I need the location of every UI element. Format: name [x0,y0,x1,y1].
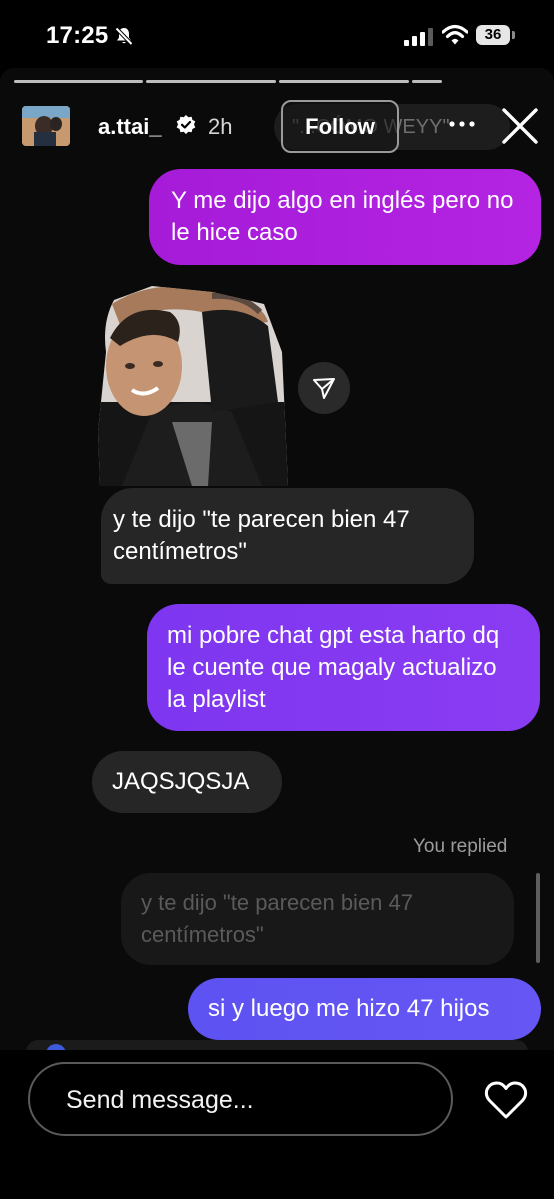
battery-level: 36 [476,25,510,45]
status-bar: 17:25 36 [0,0,554,68]
progress-segment [146,80,276,83]
close-icon[interactable] [500,106,540,146]
progress-segment [412,80,442,83]
avatar[interactable] [22,106,70,146]
story-timestamp: 2h [208,114,233,139]
story-viewer: a.ttai_ 2h "...CÓMO WEYY" Follow Y me di… [0,68,554,1050]
share-icon [313,378,335,399]
wifi-icon [442,24,468,45]
scroll-indicator [536,873,540,963]
story-progress-bar [14,80,542,84]
status-time: 17:25 [46,22,109,49]
sent-message-bubble: mi pobre chat gpt esta harto dq le cuent… [147,604,540,731]
verified-badge-icon [176,115,196,134]
progress-segment [279,80,409,83]
heart-icon[interactable] [484,1080,528,1120]
sent-reply-bubble: si y luego me hizo 47 hijos [188,978,541,1040]
quoted-reply-bubble: y te dijo "te parecen bien 47 centímetro… [121,873,514,965]
battery-icon: 36 [476,25,516,47]
message-composer[interactable] [28,1062,453,1136]
story-username[interactable]: a.ttai_ [98,114,162,140]
sent-message-bubble: Y me dijo algo en inglés pero no le hice… [149,169,541,265]
partial-message-bubble [26,1040,528,1050]
received-message-bubble: y te dijo "te parecen bien 47 centímetro… [101,488,474,584]
send-message-input[interactable] [64,1078,428,1122]
bell-slash-icon [115,27,133,46]
you-replied-label: You replied [413,836,508,857]
follow-button[interactable]: Follow [281,100,399,153]
progress-segment [14,80,143,83]
shared-photo [98,286,288,486]
cellular-signal-icon [404,28,433,46]
share-button[interactable] [298,362,350,414]
received-message-bubble: JAQSJQSJA [92,751,282,813]
story-header: a.ttai_ 2h "...CÓMO WEYY" Follow [0,100,554,156]
more-options-icon[interactable] [447,114,477,134]
battery-nub [512,31,515,39]
